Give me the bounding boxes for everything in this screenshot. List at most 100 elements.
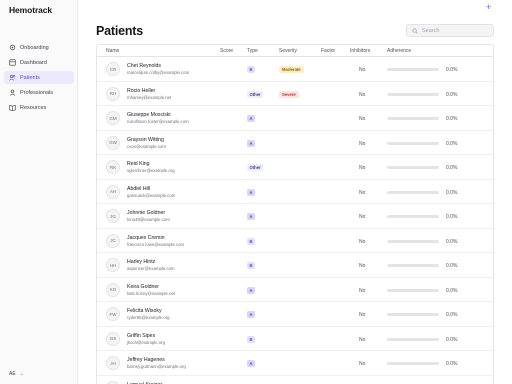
avatar: AH (106, 184, 120, 199)
type-badge: A (247, 213, 256, 220)
adherence-bar (387, 68, 439, 71)
inhibitors-value: No (359, 287, 366, 294)
user-icon (9, 89, 16, 96)
column-header-inhibitors[interactable]: Inhibitors (350, 48, 370, 54)
inhibitors-value: No (359, 336, 366, 343)
avatar: RH (106, 86, 120, 101)
patient-name: Giuseppe Mosciski (127, 112, 171, 118)
inhibitors-value: No (359, 91, 366, 98)
patient-name: Rocio Heller (127, 87, 156, 94)
sidebar-item-onboarding[interactable]: Onboarding (4, 41, 74, 54)
patient-email: gansuack@example.com (127, 192, 176, 198)
adherence-value: 0.0% (446, 263, 458, 269)
adherence-bar (387, 166, 439, 169)
avatar: HH (106, 258, 120, 272)
sidebar-item-patients[interactable]: Patients (4, 71, 74, 84)
patients-table: Name Score Type Severity Factor Inhibito… (96, 44, 494, 384)
sidebar-item-label: Onboarding (20, 44, 49, 51)
type-badge: B (247, 237, 256, 245)
sidebar-item-dashboard[interactable]: Dashboard (4, 56, 74, 69)
sidebar-item-professionals[interactable]: Professionals (4, 86, 74, 99)
adherence-bar (387, 190, 439, 194)
type-badge: A (247, 311, 256, 318)
table-body: CR Chet Reynolds marcelquin.colby@example.… (97, 57, 493, 384)
table-row[interactable]: CR Chet Reynolds marcelquin.colby@example.… (97, 57, 493, 82)
table-row[interactable]: GS Griffin Sipes jkoch@example.org B No 0.0% (97, 327, 493, 351)
table-row[interactable]: GM Giuseppe Mosciski runolfsson.foster@exa… (97, 106, 493, 131)
adherence-bar (387, 239, 439, 243)
search-input[interactable] (422, 27, 492, 34)
sidebar-item-label: Professionals (20, 89, 54, 96)
adherence-bar (387, 215, 439, 218)
book-icon (9, 104, 16, 111)
inhibitors-value: No (359, 312, 366, 318)
patient-name: Felicita Wisoky (127, 308, 162, 314)
avatar: GW (106, 135, 120, 150)
patient-email: barney.gutmann@example.org (127, 364, 186, 369)
adherence-value: 0.0% (446, 140, 458, 147)
patient-email: mhamey@example.net (127, 94, 172, 100)
sidebar-item-resources[interactable]: Resources (4, 101, 74, 114)
search-box[interactable] (406, 24, 494, 37)
adherence-value: 0.0% (446, 116, 458, 122)
severity-badge: Moderate (279, 66, 304, 73)
inhibitors-value: No (359, 238, 366, 245)
sidebar-nav: Onboarding Dashboard Patients Profession… (4, 41, 74, 116)
users-icon (9, 74, 16, 81)
table-row[interactable]: AH Abdiel Hill gansuack@example.com A No 0.0% (97, 180, 493, 204)
avatar: GS (106, 331, 120, 346)
inhibitors-value: No (359, 263, 366, 269)
patient-email: lonu48@example.com (127, 217, 170, 222)
column-header-adherence[interactable]: Adherence (387, 48, 411, 54)
type-badge: A (247, 139, 256, 147)
adherence-value: 0.0% (446, 91, 458, 98)
chevron-down-icon: ⌄ (19, 371, 24, 377)
avatar: JG (106, 209, 120, 223)
adherence-bar (387, 264, 439, 267)
app-title: Hemotrack (9, 5, 53, 15)
adherence-value: 0.0% (446, 214, 458, 220)
column-header-factor[interactable]: Factor (321, 48, 335, 54)
table-row[interactable]: JG Johnnie Goldner lonu48@example.com A No 0.… (97, 204, 493, 229)
adherence-bar (387, 92, 439, 96)
type-badge: A (247, 286, 256, 294)
table-row[interactable]: KG Keira Goldner kale.kozey@example.net A No… (97, 278, 493, 302)
type-badge: B (247, 262, 256, 269)
column-header-name[interactable]: Name (106, 48, 119, 54)
avatar: RK (106, 160, 120, 174)
inhibitors-value: No (359, 214, 366, 220)
patient-name: Abdiel Hill (127, 185, 151, 192)
table-row[interactable]: FW Felicita Wisoky ryder68@example.org A No 0… (97, 302, 493, 327)
patient-name: Harley Hintz (127, 259, 156, 265)
patient-name: Reid King (127, 161, 150, 167)
page-title: Patients (96, 24, 144, 38)
table-row[interactable]: GW Grayson Witting cvon@example.com A No 0.0% (97, 131, 493, 155)
table-row[interactable]: JH Jeffrey Hagenes barney.gutmann@example.… (97, 351, 493, 376)
adherence-bar (387, 288, 439, 292)
table-row[interactable]: RK Reid King sgleichner@example.org Other No… (97, 155, 493, 180)
add-button[interactable]: + (486, 3, 491, 12)
column-header-score[interactable]: Score (220, 48, 233, 54)
adherence-bar (387, 313, 439, 316)
patient-name: Griffin Sipes (127, 332, 156, 339)
patient-name: Johnnie Goldner (127, 210, 166, 216)
user-initials: AE (9, 371, 16, 377)
patient-email: ryder68@example.org (127, 315, 170, 320)
table-header: Name Score Type Severity Factor Inhibito… (97, 45, 493, 57)
adherence-value: 0.0% (446, 238, 458, 245)
search-icon (412, 27, 418, 34)
table-row[interactable]: LKLemuel Kreiger (97, 376, 493, 384)
adherence-value: 0.0% (446, 189, 458, 196)
table-row[interactable]: JC Jacques Cremin francisco.lowe@example.c… (97, 229, 493, 253)
table-row[interactable]: RH Rocio Heller mhamey@example.net Other Sev… (97, 82, 493, 106)
table-row[interactable]: HH Harley Hintz aspencer@example.com B No 0.0… (97, 253, 493, 278)
patient-email: jkoch@example.org (127, 339, 166, 345)
type-badge: B (247, 66, 256, 73)
severity-badge: Severe (279, 90, 299, 98)
column-header-type[interactable]: Type (247, 48, 258, 54)
patient-email: kale.kozey@example.net (127, 290, 176, 296)
patient-email: aspencer@example.com (127, 266, 175, 271)
user-menu[interactable]: AE ⌄ (9, 371, 24, 377)
sidebar-item-label: Resources (20, 104, 47, 111)
column-header-severity[interactable]: Severity (279, 48, 297, 54)
